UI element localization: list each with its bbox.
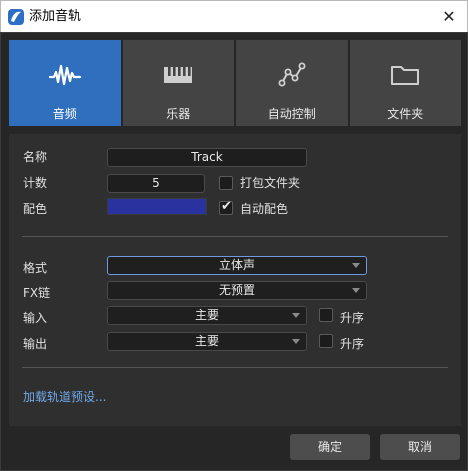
count-label: 计数 (23, 176, 48, 190)
color-swatch[interactable] (107, 198, 207, 215)
name-label: 名称 (23, 150, 48, 164)
audio-wave-icon (48, 64, 81, 86)
divider (22, 236, 448, 237)
color-label: 配色 (23, 202, 48, 216)
chevron-down-icon (352, 288, 360, 293)
load-track-preset-link[interactable]: 加载轨道预设... (23, 389, 106, 405)
output-select-value: 主要 (194, 334, 219, 348)
input-select[interactable]: 主要 (107, 306, 307, 325)
automation-icon (278, 62, 306, 87)
ok-button[interactable]: 确定 (290, 434, 370, 460)
tab-automation-label: 自动控制 (267, 107, 316, 121)
divider (22, 367, 448, 368)
title-bar: 添加音轨 ✕ (0, 0, 468, 32)
tab-instrument-label: 乐器 (166, 107, 191, 121)
fx-chain-select-value: 无预置 (218, 283, 255, 297)
input-select-value: 主要 (194, 308, 219, 322)
format-select-value: 立体声 (218, 258, 255, 272)
input-ascending-checkbox[interactable] (319, 308, 333, 322)
output-select[interactable]: 主要 (107, 332, 307, 351)
cancel-button[interactable]: 取消 (380, 434, 460, 460)
keyboard-icon (164, 67, 193, 83)
name-field[interactable]: Track (107, 148, 307, 167)
fx-chain-select[interactable]: 无预置 (107, 281, 367, 300)
app-logo-icon (8, 9, 24, 25)
chevron-down-icon (292, 313, 300, 318)
output-label: 输出 (23, 337, 48, 351)
count-field[interactable]: 5 (107, 174, 205, 193)
format-select[interactable]: 立体声 (107, 256, 367, 275)
chevron-down-icon (292, 339, 300, 344)
folder-icon (391, 66, 420, 85)
fx-chain-label: FX链 (23, 286, 51, 300)
add-track-dialog: 音频 乐器 自动控制 文件夹 名称 Track 计数 5 打包文件夹 配色 ✔ … (0, 32, 468, 471)
input-label: 输入 (23, 311, 48, 325)
auto-color-checkbox[interactable]: ✔ (219, 199, 233, 215)
tab-folder-label: 文件夹 (387, 107, 424, 121)
format-label: 格式 (23, 261, 48, 275)
tab-instrument[interactable]: 乐器 (122, 40, 234, 126)
output-ascending-checkbox[interactable] (319, 334, 333, 348)
auto-color-label: 自动配色 (240, 202, 289, 216)
track-type-tabs: 音频 乐器 自动控制 文件夹 (9, 40, 461, 126)
checkmark-icon: ✔ (221, 199, 232, 214)
output-ascending-label: 升序 (340, 337, 365, 351)
tab-automation[interactable]: 自动控制 (236, 40, 348, 126)
pack-folder-checkbox[interactable] (219, 176, 233, 190)
tab-audio-label: 音频 (52, 107, 77, 121)
tab-audio[interactable]: 音频 (9, 40, 121, 126)
tab-folder[interactable]: 文件夹 (349, 40, 461, 126)
close-button[interactable]: ✕ (439, 7, 459, 27)
pack-folder-label: 打包文件夹 (240, 176, 301, 190)
track-settings-panel: 名称 Track 计数 5 打包文件夹 配色 ✔ 自动配色 格式 立体声 FX链… (9, 134, 461, 426)
chevron-down-icon (352, 263, 360, 268)
input-ascending-label: 升序 (340, 311, 365, 325)
window-title: 添加音轨 (29, 9, 82, 24)
